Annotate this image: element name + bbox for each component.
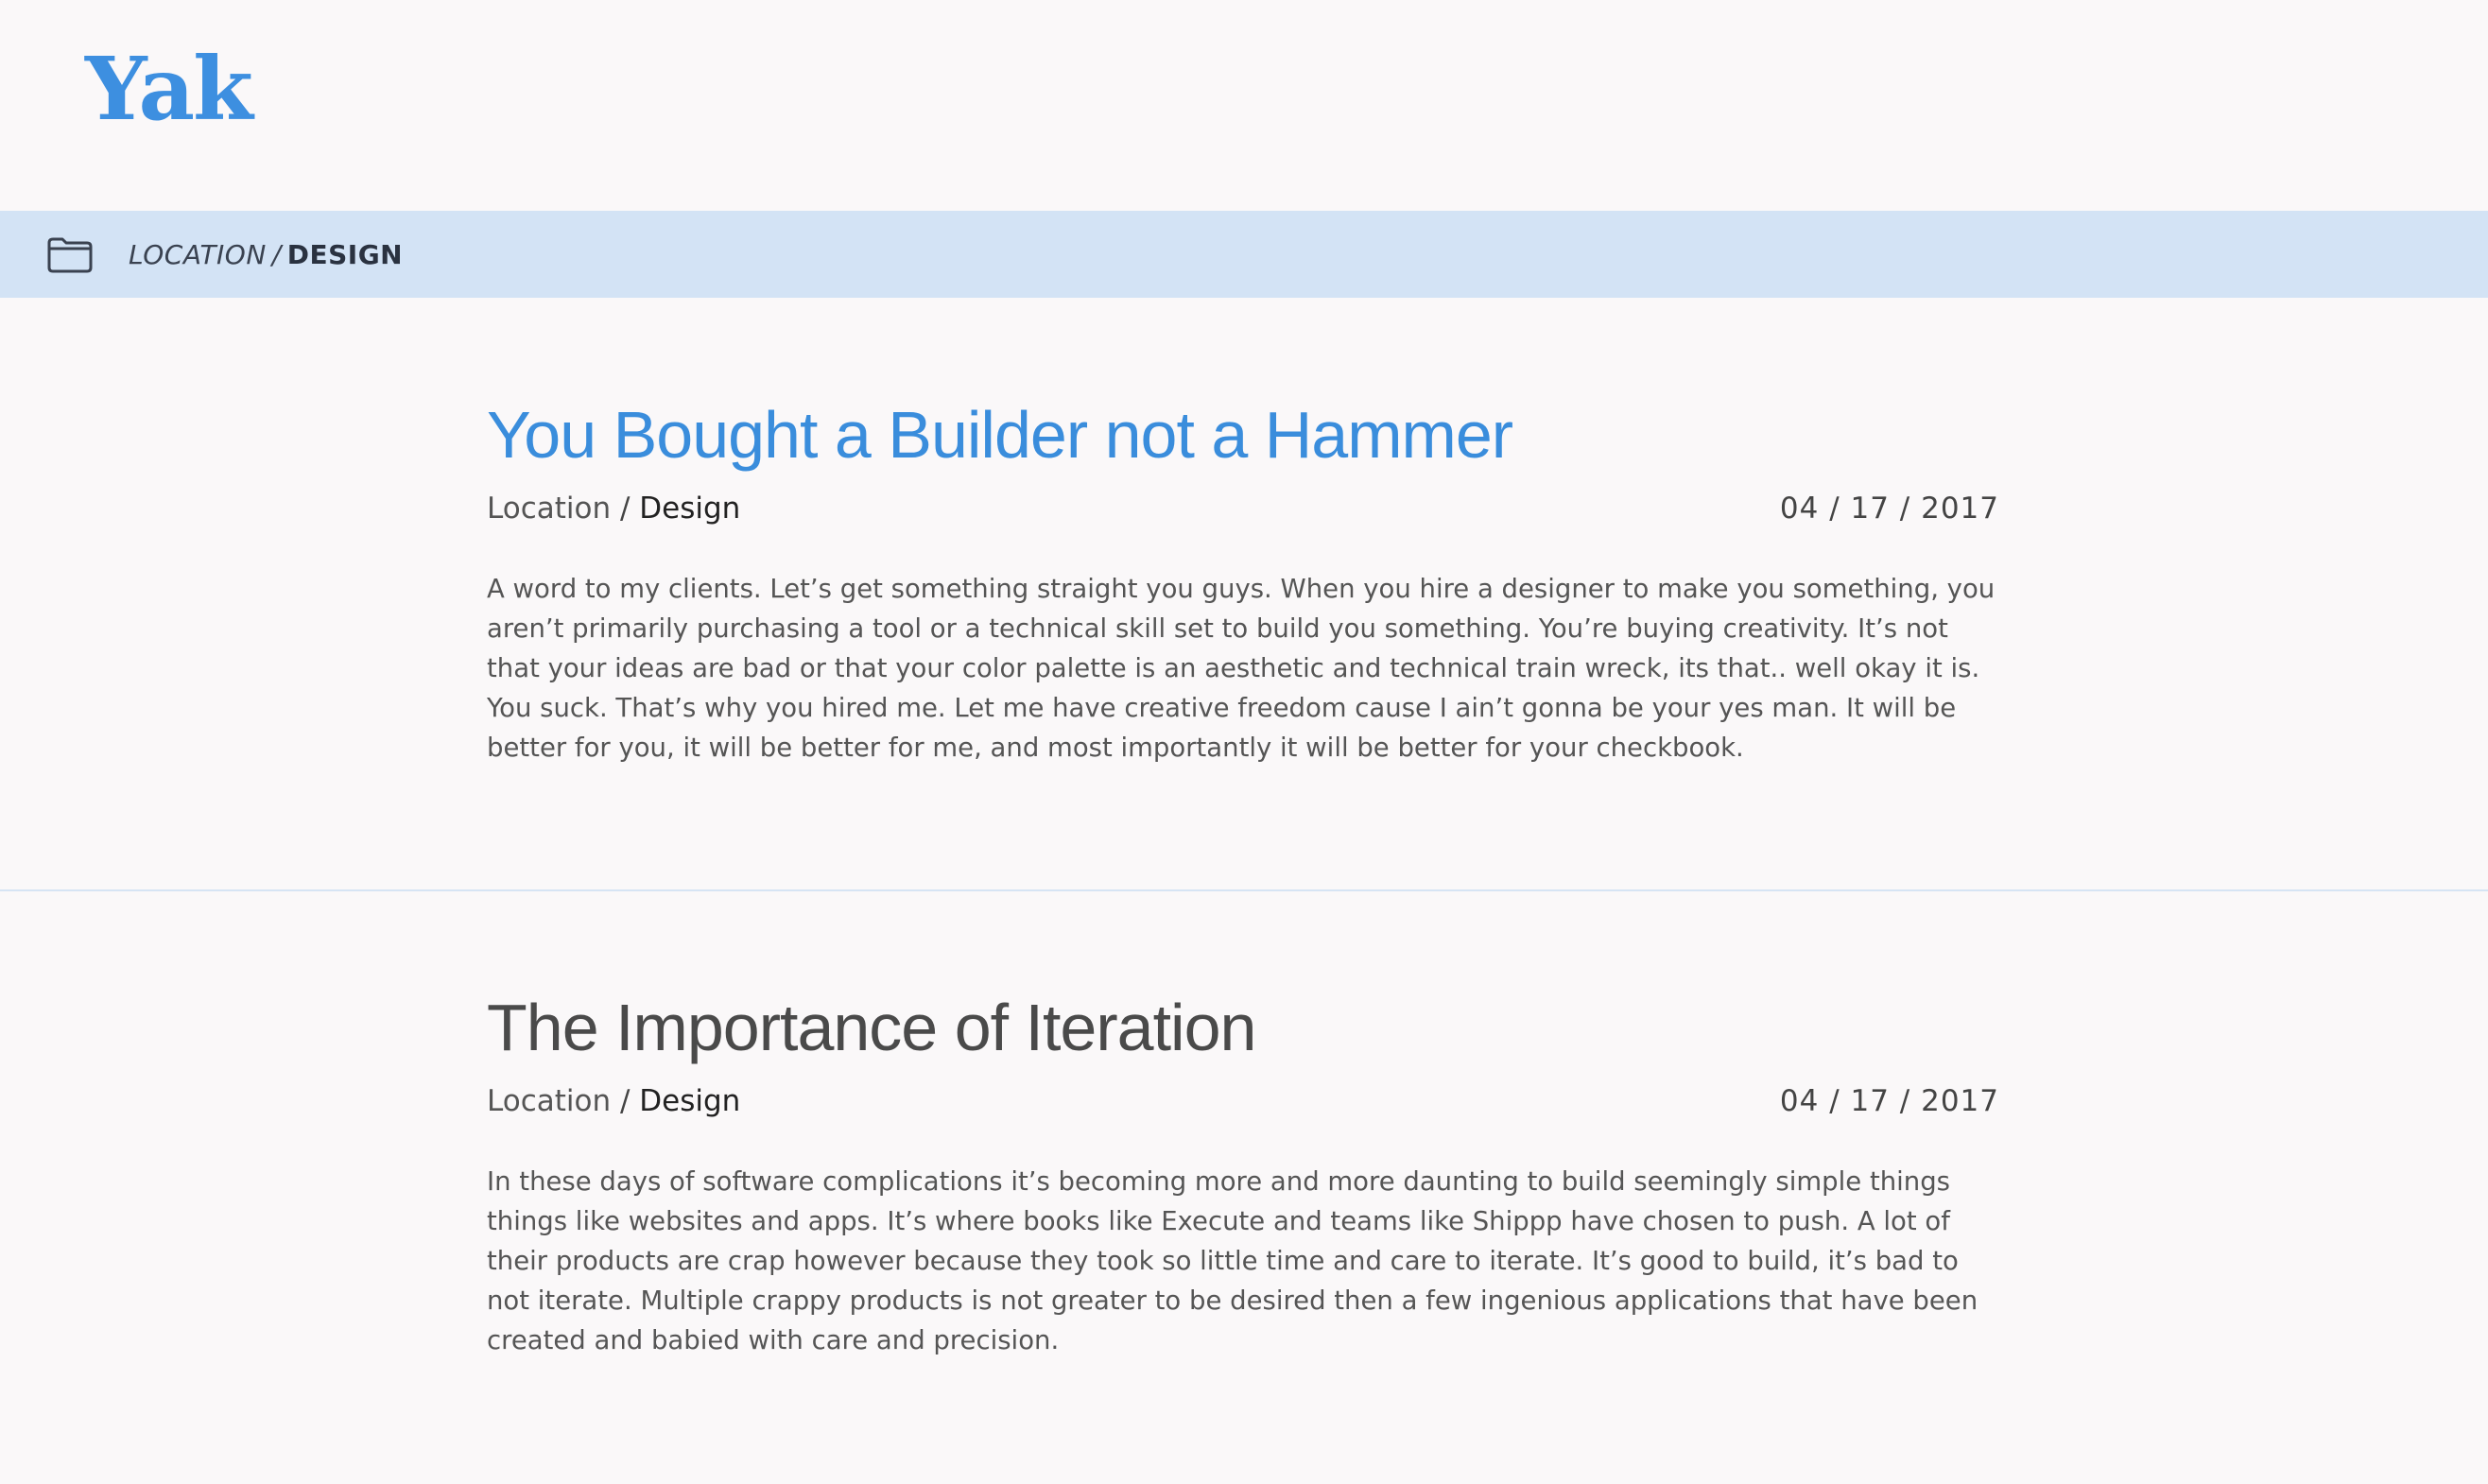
- post-date: 04 / 17 / 2017: [1779, 492, 1999, 526]
- breadcrumb-location-link[interactable]: LOCATION: [129, 239, 267, 270]
- post-date: 04 / 17 / 2017: [1779, 1084, 1999, 1118]
- post-card: You Bought a Builder not a Hammer Locati…: [487, 395, 1999, 768]
- page: Yak LOCATION / DESIGN You Bought a Build…: [0, 0, 2488, 1484]
- post-meta-separator: /: [619, 1084, 640, 1118]
- post-title-link[interactable]: The Importance of Iteration: [487, 988, 1999, 1067]
- breadcrumb: LOCATION / DESIGN: [129, 211, 403, 298]
- post-location-link[interactable]: Location: [487, 1084, 611, 1118]
- post-meta: Location / Design 04 / 17 / 2017: [487, 492, 1999, 533]
- breadcrumb-category-link[interactable]: DESIGN: [287, 239, 403, 270]
- breadcrumb-bar: LOCATION / DESIGN: [0, 211, 2488, 298]
- post-divider: [0, 889, 2488, 891]
- folder-icon: [45, 236, 95, 274]
- post-excerpt: A word to my clients. Let’s get somethin…: [487, 574, 1996, 763]
- post-location-link[interactable]: Location: [487, 492, 611, 526]
- post-excerpt: In these days of software complications …: [487, 1166, 1978, 1355]
- post-title-link[interactable]: You Bought a Builder not a Hammer: [487, 395, 1999, 475]
- site-logo[interactable]: Yak: [85, 45, 253, 132]
- post-category-link[interactable]: Design: [639, 1084, 740, 1118]
- post-category: Location / Design: [487, 492, 740, 526]
- breadcrumb-separator: /: [271, 238, 282, 270]
- post-meta: Location / Design 04 / 17 / 2017: [487, 1084, 1999, 1126]
- post-category: Location / Design: [487, 1084, 740, 1118]
- post-card: The Importance of Iteration Location / D…: [487, 988, 1999, 1360]
- post-meta-separator: /: [619, 492, 640, 526]
- post-category-link[interactable]: Design: [639, 492, 740, 526]
